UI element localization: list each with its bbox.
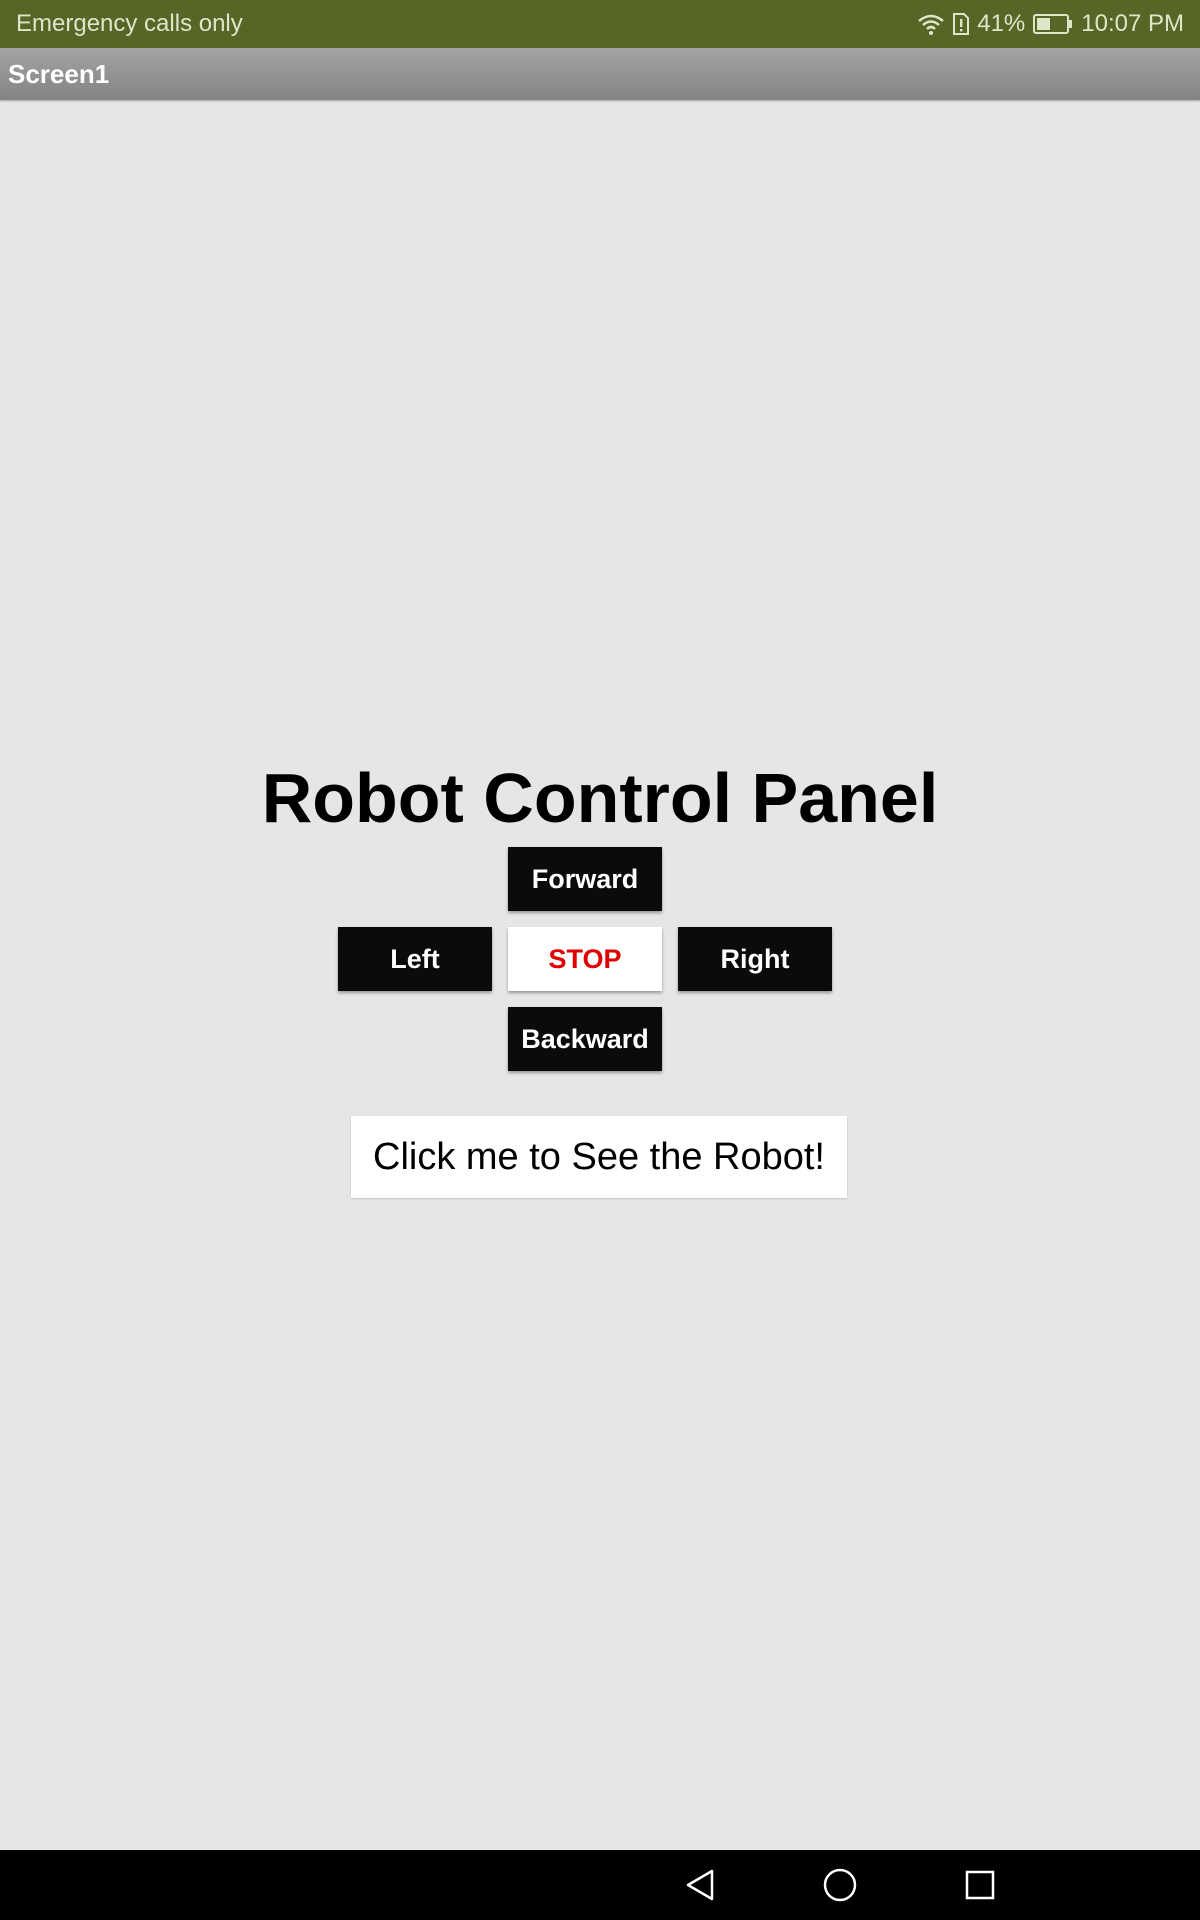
- recent-apps-icon[interactable]: [962, 1867, 998, 1903]
- title-bar: Screen1: [0, 48, 1200, 100]
- backward-button[interactable]: Backward: [508, 1007, 662, 1071]
- battery-percent: 41%: [977, 10, 1026, 37]
- stop-button[interactable]: STOP: [508, 927, 662, 991]
- back-icon[interactable]: [682, 1867, 718, 1903]
- page-title: Robot Control Panel: [261, 759, 939, 837]
- status-bar: Emergency calls only 41% 10:07 PM: [0, 0, 1200, 48]
- forward-button[interactable]: Forward: [508, 847, 662, 911]
- see-robot-button[interactable]: Click me to See the Robot!: [351, 1116, 847, 1198]
- app-screen: Emergency calls only 41% 10:07 PM Screen…: [0, 0, 1200, 1920]
- home-icon[interactable]: [822, 1867, 858, 1903]
- battery-icon: [1033, 14, 1073, 34]
- sim-alert-icon: [953, 13, 970, 35]
- right-button[interactable]: Right: [678, 927, 832, 991]
- left-button[interactable]: Left: [338, 927, 492, 991]
- carrier-status: Emergency calls only: [16, 10, 243, 37]
- clock: 10:07 PM: [1081, 10, 1184, 37]
- wifi-icon: [917, 13, 945, 35]
- screen-title: Screen1: [8, 59, 110, 89]
- navigation-bar: [0, 1850, 1200, 1920]
- status-icons: 41% 10:07 PM: [917, 10, 1184, 38]
